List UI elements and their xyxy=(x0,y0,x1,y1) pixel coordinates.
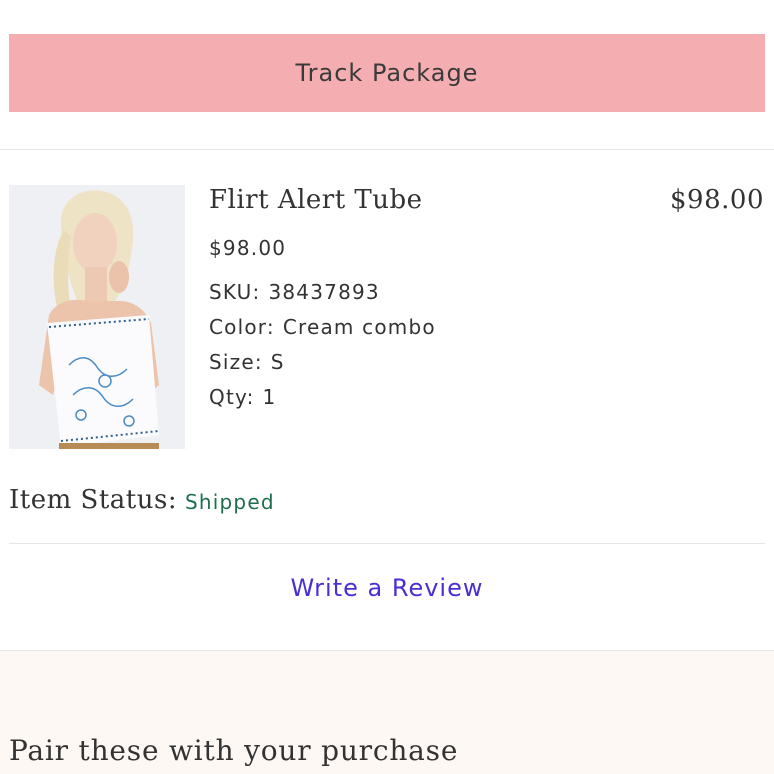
recommendations-title: Pair these with your purchase xyxy=(9,734,459,767)
qty-label: Qty: xyxy=(209,385,255,409)
line-total-price: $98.00 xyxy=(670,185,764,215)
write-review-link[interactable]: Write a Review xyxy=(0,574,774,602)
item-status-value: Shipped xyxy=(185,490,275,514)
sku-row: SKU: 38437893 xyxy=(209,280,380,304)
item-status-label: Item Status: xyxy=(9,485,178,515)
qty-row: Qty: 1 xyxy=(209,385,276,409)
sku-label: SKU: xyxy=(209,280,261,304)
color-value: Cream combo xyxy=(282,315,436,339)
divider xyxy=(0,149,774,150)
size-label: Size: xyxy=(209,350,263,374)
track-package-button[interactable]: Track Package xyxy=(9,34,765,112)
product-name[interactable]: Flirt Alert Tube xyxy=(209,185,423,215)
color-row: Color: Cream combo xyxy=(209,315,436,339)
divider xyxy=(0,650,774,651)
size-row: Size: S xyxy=(209,350,285,374)
recommendations-section: Pair these with your purchase xyxy=(0,650,774,774)
qty-value: 1 xyxy=(262,385,277,409)
color-label: Color: xyxy=(209,315,275,339)
sku-value: 38437893 xyxy=(268,280,380,304)
product-image[interactable] xyxy=(9,185,185,449)
divider xyxy=(9,543,765,544)
unit-price: $98.00 xyxy=(209,236,287,260)
size-value: S xyxy=(270,350,285,374)
